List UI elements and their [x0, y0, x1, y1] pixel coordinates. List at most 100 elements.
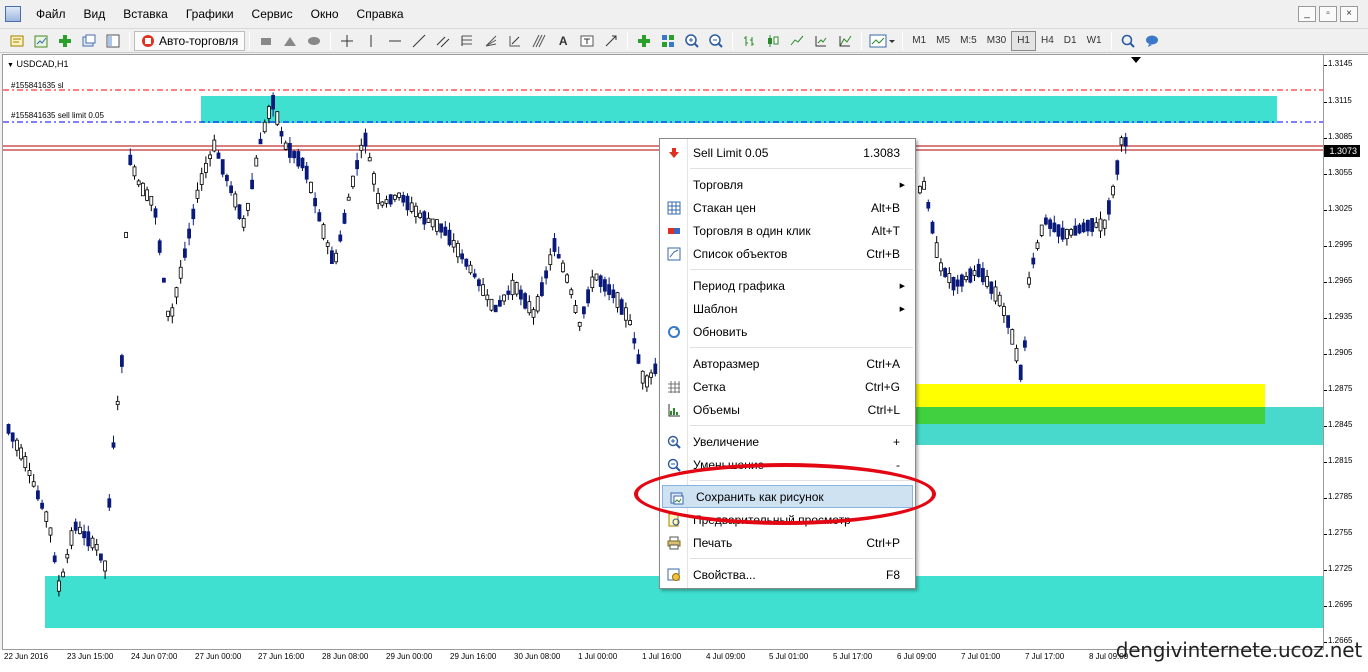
triangle-tool-icon[interactable]: [279, 31, 301, 51]
menu-item-print-preview[interactable]: Предварительный просмотр: [660, 508, 915, 531]
menu-view[interactable]: Вид: [75, 0, 115, 29]
add-chart-icon[interactable]: [54, 31, 76, 51]
menu-item-zoom-in[interactable]: Увеличение +: [660, 430, 915, 453]
timeframe-d1[interactable]: D1: [1059, 32, 1082, 50]
menu-tools[interactable]: Сервис: [243, 0, 302, 29]
menu-item-sell-limit[interactable]: Sell Limit 0.05 1.3083: [660, 141, 915, 164]
menu-help[interactable]: Справка: [348, 0, 413, 29]
templates-icon[interactable]: [867, 31, 897, 51]
supply-zone-top[interactable]: [201, 96, 1277, 123]
menu-separator: [690, 269, 913, 270]
new-profile-icon[interactable]: [6, 31, 28, 51]
search-icon[interactable]: [1117, 31, 1139, 51]
timeframe-m15[interactable]: M:5: [955, 32, 982, 50]
timeframe-m5[interactable]: M5: [931, 32, 955, 50]
menu-item-objects-list[interactable]: Список объектов Ctrl+B: [660, 242, 915, 265]
menu-item-save-as-picture[interactable]: Сохранить как рисунок: [662, 485, 913, 508]
close-button[interactable]: ×: [1340, 6, 1358, 22]
rectangle-tool-icon[interactable]: [255, 31, 277, 51]
candle-body: [23, 456, 28, 469]
menu-item-refresh[interactable]: Обновить: [660, 320, 915, 343]
toolbar-separator: [129, 31, 130, 50]
zoom-out-icon[interactable]: [705, 31, 727, 51]
menu-item-grid[interactable]: Сетка Ctrl+G: [660, 375, 915, 398]
menu-item-autoscale[interactable]: Авторазмер Ctrl+A: [660, 352, 915, 375]
candle-body: [350, 175, 355, 188]
menu-item-volumes[interactable]: Объемы Ctrl+L: [660, 398, 915, 421]
candle-body: [540, 282, 544, 296]
new-chart-icon[interactable]: [30, 31, 52, 51]
minimize-button[interactable]: _: [1298, 6, 1316, 22]
candle-body: [561, 262, 565, 273]
app-icon[interactable]: [5, 6, 21, 22]
menu-item-chart-period[interactable]: Период графика ▶: [660, 274, 915, 297]
menu-item-zoom-out[interactable]: Уменьшение -: [660, 453, 915, 476]
gann-icon[interactable]: [528, 31, 550, 51]
candle-body: [359, 144, 364, 151]
candle-body: [918, 185, 922, 194]
menu-item-depth-of-market[interactable]: Стакан цен Alt+B: [660, 196, 915, 219]
demand-zone-yellow[interactable]: [897, 384, 1265, 408]
crosshair-icon[interactable]: [336, 31, 358, 51]
bar-chart-icon[interactable]: [738, 31, 760, 51]
trend-line-icon[interactable]: [408, 31, 430, 51]
timeframe-m30[interactable]: M30: [982, 32, 1011, 50]
community-icon[interactable]: [1141, 31, 1163, 51]
grid-icon: [666, 379, 682, 394]
price-tick: 1.2845: [1323, 420, 1353, 429]
menu-item-trading[interactable]: Торговля ▶: [660, 173, 915, 196]
menu-item-one-click-trading[interactable]: Торговля в один клик Alt+T: [660, 219, 915, 242]
ellipse-tool-icon[interactable]: [303, 31, 325, 51]
demand-zone-green[interactable]: [897, 407, 1265, 424]
candle-body: [136, 180, 141, 186]
candle-body: [191, 208, 196, 220]
menu-window[interactable]: Окно: [302, 0, 348, 29]
time-tick: 23 Jun 15:00: [67, 652, 114, 661]
candle-body: [1073, 225, 1078, 236]
horizontal-line-icon[interactable]: [384, 31, 406, 51]
indicators-icon[interactable]: [633, 31, 655, 51]
menu-charts[interactable]: Графики: [177, 0, 243, 29]
candle-body: [216, 152, 221, 159]
timeframe-h4[interactable]: H4: [1036, 32, 1059, 50]
menu-item-properties[interactable]: Свойства... F8: [660, 563, 915, 586]
candle-body: [48, 527, 53, 536]
menu-item-print[interactable]: Печать Ctrl+P: [660, 531, 915, 554]
price-tick: 1.2875: [1323, 384, 1353, 393]
candle-body: [934, 242, 939, 258]
profiles-icon[interactable]: [78, 31, 100, 51]
autotrade-button[interactable]: Авто-торговля: [134, 30, 246, 51]
candle-body: [1081, 222, 1086, 233]
zoom-in-icon[interactable]: [681, 31, 703, 51]
restore-button[interactable]: ▫: [1319, 6, 1337, 22]
candle-body: [321, 224, 326, 239]
fibo-fan-icon[interactable]: [480, 31, 502, 51]
fibo-lines-icon[interactable]: [456, 31, 478, 51]
fibo-arcs-icon[interactable]: [504, 31, 526, 51]
candle-body: [86, 531, 91, 547]
candle-body: [1035, 242, 1040, 249]
autoscroll-icon[interactable]: [810, 31, 832, 51]
text-tool-icon[interactable]: A: [552, 31, 574, 51]
price-scale[interactable]: 1.3145 1.3115 1.3085 1.3055 1.3025 1.299…: [1323, 54, 1368, 650]
line-chart-icon[interactable]: [786, 31, 808, 51]
arrows-icon[interactable]: [600, 31, 622, 51]
candle-body: [1018, 364, 1023, 380]
candle-body: [262, 121, 267, 133]
navigator-icon[interactable]: [102, 31, 124, 51]
chart-shift-icon[interactable]: [834, 31, 856, 51]
menu-item-template[interactable]: Шаблон ▶: [660, 297, 915, 320]
timeframe-h1[interactable]: H1: [1011, 30, 1036, 51]
menu-file[interactable]: Файл: [27, 0, 75, 29]
text-label-icon[interactable]: [576, 31, 598, 51]
depth-label: Стакан цен: [693, 200, 756, 215]
periods-icon[interactable]: [657, 31, 679, 51]
candle-body: [1023, 340, 1027, 348]
timeframe-w1[interactable]: W1: [1082, 32, 1107, 50]
candle-chart-icon[interactable]: [762, 31, 784, 51]
vertical-line-icon[interactable]: [360, 31, 382, 51]
candle-body: [279, 131, 284, 137]
channel-icon[interactable]: [432, 31, 454, 51]
timeframe-m1[interactable]: M1: [907, 32, 931, 50]
menu-insert[interactable]: Вставка: [114, 0, 177, 29]
